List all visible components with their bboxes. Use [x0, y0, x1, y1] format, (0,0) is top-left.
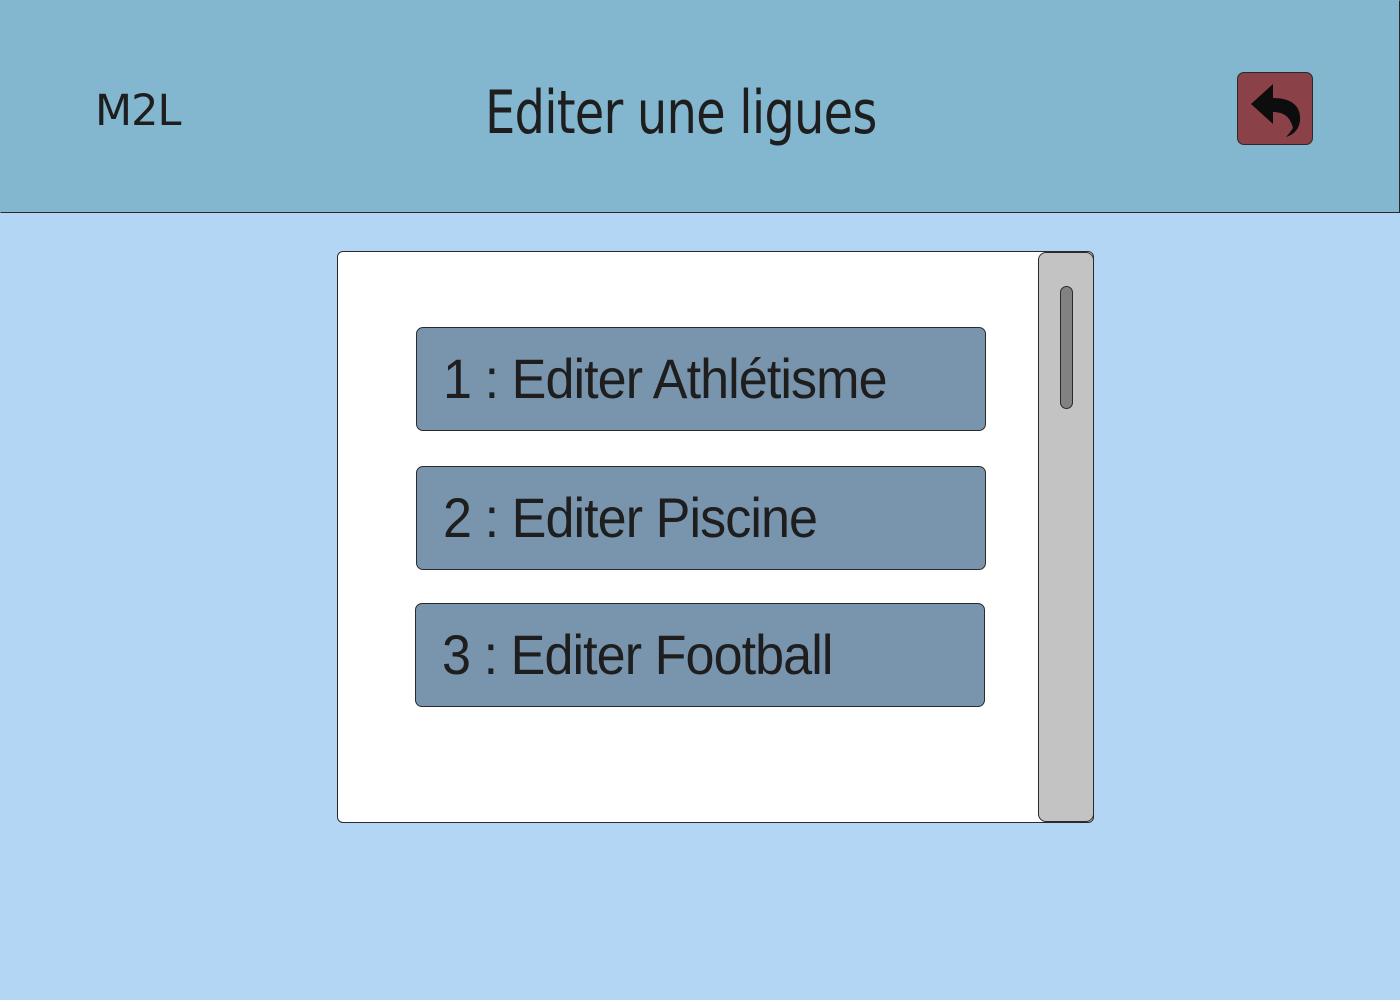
scrollbar-thumb[interactable]	[1060, 286, 1073, 409]
undo-arrow-icon	[1251, 84, 1301, 137]
list-item-edit-athletisme[interactable]: 1 : Editer Athlétisme	[416, 327, 986, 431]
league-list-panel: 1 : Editer Athlétisme 2 : Editer Piscine…	[337, 251, 1094, 823]
list-item-label: 1 : Editer Athlétisme	[443, 347, 888, 410]
header-bar: M2L Editer une ligues	[0, 0, 1400, 213]
list-item-edit-football[interactable]: 3 : Editer Football	[415, 603, 985, 707]
list-item-label: 2 : Editer Piscine	[443, 486, 818, 549]
brand-logo: M2L	[95, 86, 181, 136]
back-button[interactable]	[1237, 72, 1313, 145]
list-item-label: 3 : Editer Football	[442, 623, 833, 686]
scrollbar-track[interactable]	[1038, 252, 1093, 822]
list-item-edit-piscine[interactable]: 2 : Editer Piscine	[416, 466, 986, 570]
page-title: Editer une ligues	[485, 78, 877, 148]
